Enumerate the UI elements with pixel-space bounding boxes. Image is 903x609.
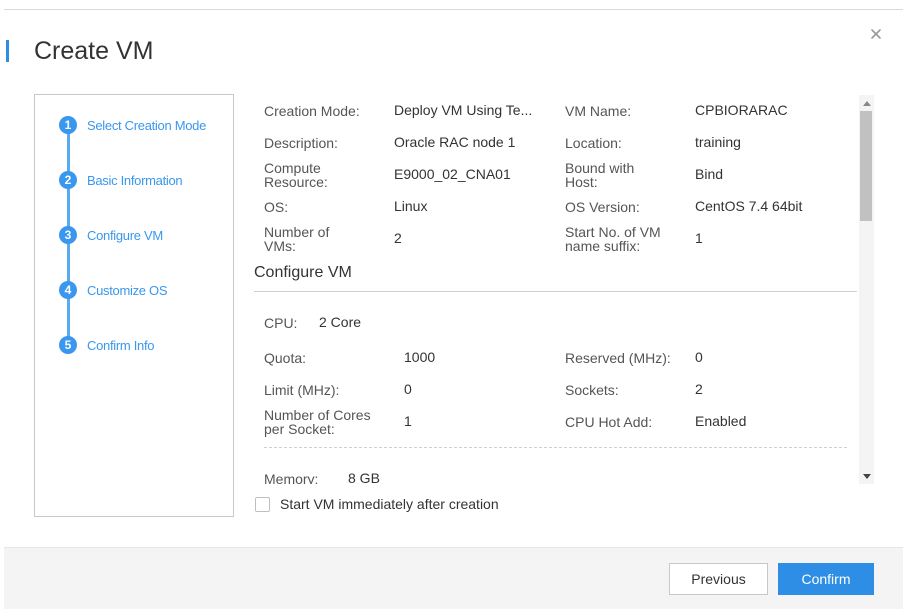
description-label: Description: — [264, 135, 338, 151]
previous-button[interactable]: Previous — [669, 563, 768, 595]
step-customize-os[interactable]: 4 Customize OS — [59, 280, 168, 300]
step-label: Customize OS — [87, 282, 168, 298]
cpu-hot-add-value: Enabled — [695, 413, 747, 429]
cpu-label: CPU: — [264, 315, 298, 331]
step-label: Basic Information — [87, 172, 183, 188]
content-scrollbar[interactable] — [859, 95, 874, 484]
confirm-info-content[interactable]: Creation Mode: Deploy VM Using Te... VM … — [254, 94, 874, 484]
step-number: 3 — [59, 226, 77, 244]
step-basic-information[interactable]: 2 Basic Information — [59, 170, 183, 190]
start-no-value: 1 — [695, 230, 703, 246]
quota-label: Quota: — [264, 350, 307, 366]
scrollbar-thumb[interactable] — [860, 111, 872, 221]
dialog-footer — [4, 547, 903, 609]
step-number: 4 — [59, 281, 77, 299]
sockets-value: 2 — [695, 381, 703, 397]
description-value: Oracle RAC node 1 — [394, 134, 516, 150]
start-no-label-line2: name suffix: — [565, 238, 641, 254]
cores-per-socket-label-line1: Number of Cores — [264, 407, 371, 423]
limit-label: Limit (MHz): — [264, 382, 340, 398]
location-label: Location: — [565, 135, 622, 151]
location-value: training — [695, 134, 741, 150]
start-vm-immediately-label: Start VM immediately after creation — [280, 496, 499, 512]
step-label: Select Creation Mode — [87, 117, 207, 133]
number-of-vms-value: 2 — [394, 230, 402, 246]
section-divider — [254, 291, 857, 292]
creation-mode-label: Creation Mode: — [264, 103, 360, 119]
number-of-vms-label-line2: VMs: — [264, 238, 296, 254]
step-number: 2 — [59, 171, 77, 189]
compute-resource-label-line1: Compute — [264, 160, 321, 176]
dialog-title: Create VM — [34, 37, 154, 65]
os-version-value: CentOS 7.4 64bit — [695, 198, 803, 214]
bound-with-host-label-line2: Host: — [565, 174, 598, 190]
start-no-label-line1: Start No. of VM — [565, 224, 661, 240]
scroll-down-arrow-icon[interactable] — [859, 470, 874, 482]
confirm-button[interactable]: Confirm — [778, 563, 874, 595]
os-value: Linux — [394, 198, 428, 214]
step-configure-vm[interactable]: 3 Configure VM — [59, 225, 163, 245]
start-vm-immediately-option[interactable]: Start VM immediately after creation — [255, 496, 499, 512]
os-label: OS: — [264, 199, 289, 215]
limit-value: 0 — [404, 381, 412, 397]
title-accent-bar — [6, 40, 9, 62]
creation-mode-value: Deploy VM Using Te... — [394, 102, 533, 118]
step-confirm-info[interactable]: 5 Confirm Info — [59, 335, 155, 355]
memory-label: Memory: — [264, 471, 319, 484]
step-select-creation-mode[interactable]: 1 Select Creation Mode — [59, 115, 206, 135]
cores-per-socket-label-line2: per Socket: — [264, 421, 335, 437]
cores-per-socket-value: 1 — [404, 413, 412, 429]
step-label: Configure VM — [87, 227, 163, 243]
step-number: 1 — [59, 116, 77, 134]
dialog-top-border — [4, 9, 903, 10]
memory-value: 8 GB — [348, 470, 380, 484]
quota-value: 1000 — [404, 349, 436, 365]
reserved-value: 0 — [695, 349, 703, 365]
steps-panel: 1 Select Creation Mode 2 Basic Informati… — [34, 94, 234, 517]
vm-name-label: VM Name: — [565, 103, 632, 119]
compute-resource-value: E9000_02_CNA01 — [394, 166, 511, 182]
vm-name-value: CPBIORARAC — [695, 102, 788, 118]
step-label: Confirm Info — [87, 337, 155, 353]
scroll-up-arrow-icon[interactable] — [859, 97, 874, 109]
reserved-label: Reserved (MHz): — [565, 350, 671, 366]
bound-with-host-value: Bind — [695, 166, 724, 182]
cpu-value: 2 Core — [319, 314, 362, 330]
os-version-label: OS Version: — [565, 199, 640, 215]
sockets-label: Sockets: — [565, 382, 619, 398]
cpu-hot-add-label: CPU Hot Add: — [565, 414, 653, 430]
start-vm-immediately-checkbox[interactable] — [255, 496, 270, 512]
step-number: 5 — [59, 336, 77, 354]
close-icon[interactable] — [868, 26, 884, 42]
configure-vm-section-title: Configure VM — [254, 264, 352, 281]
compute-resource-label-line2: Resource: — [264, 174, 328, 190]
number-of-vms-label-line1: Number of — [264, 224, 330, 240]
dashed-divider — [264, 447, 847, 448]
bound-with-host-label-line1: Bound with — [565, 160, 635, 176]
